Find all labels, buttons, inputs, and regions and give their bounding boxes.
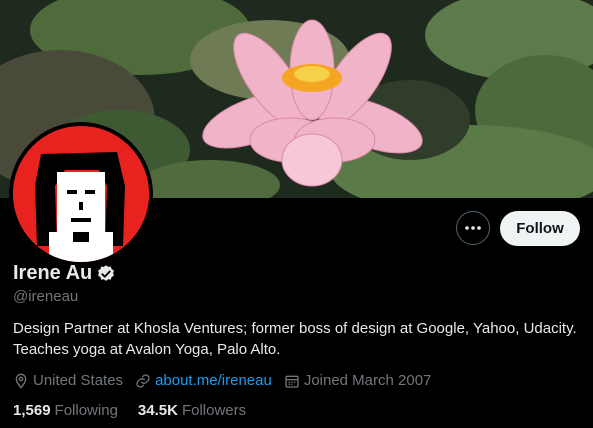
more-icon (465, 226, 481, 230)
profile-name-row: Irene Au (13, 262, 116, 285)
profile-avatar[interactable] (9, 122, 153, 266)
profile-stats: 1,569 Following 34.5K Followers (13, 402, 266, 419)
calendar-icon (285, 375, 299, 388)
following-count: 1,569 (13, 402, 51, 419)
location-item: United States (13, 372, 123, 389)
profile-bio: Design Partner at Khosla Ventures; forme… (13, 318, 583, 360)
followers-stat[interactable]: 34.5K Followers (138, 402, 246, 419)
verified-badge-icon[interactable] (96, 264, 116, 284)
link-icon (136, 373, 150, 388)
following-stat[interactable]: 1,569 Following (13, 402, 118, 419)
profile-handle: @ireneau (13, 288, 79, 305)
profile-meta: United States about.me/ireneau Joined Ma… (13, 372, 443, 389)
followers-count: 34.5K (137, 402, 178, 419)
bio-line: Design Partner at Khosla Ventures; forme… (13, 320, 577, 337)
more-options-button[interactable] (456, 211, 490, 245)
website-item[interactable]: about.me/ireneau (135, 372, 272, 389)
profile-name: Irene Au (13, 262, 93, 284)
website-link[interactable]: about.me/ireneau (155, 372, 272, 389)
location-text: United States (33, 372, 124, 389)
follow-button[interactable]: Follow (500, 211, 580, 246)
following-label: Following (54, 402, 118, 419)
joined-item: Joined March 2007 (284, 372, 432, 389)
location-pin-icon (15, 373, 27, 389)
bio-line: Teaches yoga at Avalon Yoga, Palo Alto. (13, 341, 281, 358)
avatar-image (13, 126, 149, 262)
joined-text: Joined March 2007 (303, 372, 432, 389)
followers-label: Followers (181, 402, 247, 419)
pixel-portrait-icon (13, 126, 149, 262)
